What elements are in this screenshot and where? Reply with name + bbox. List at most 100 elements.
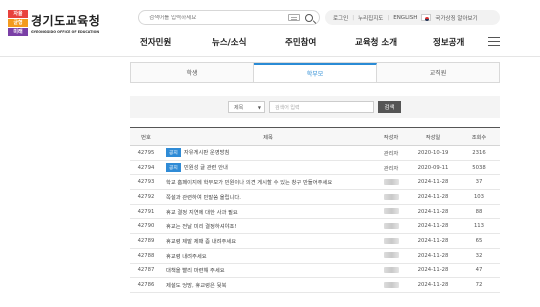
- col-views: 조회수: [458, 127, 500, 146]
- row-title[interactable]: 휴교는 전날 미리 결정하셔야죠!: [166, 224, 237, 230]
- row-author: [374, 233, 408, 249]
- table-row[interactable]: 42793 학교 홈페이지에 학부모가 민원이나 의견 게시할 수 있는 창구 만…: [130, 174, 500, 191]
- site-search: [138, 10, 320, 25]
- nav-item-complaints[interactable]: 전자민원: [140, 36, 171, 48]
- row-number: 42793: [130, 174, 162, 191]
- logo[interactable]: 자율 균형 미래 경기도교육청 GYEONGGIDO OFFICE OF EDU…: [8, 10, 100, 36]
- row-author: [374, 189, 408, 205]
- row-title-cell[interactable]: 쪽설과 관련하여 민말씀 올립니다.: [162, 189, 374, 205]
- redacted-author: [383, 252, 399, 259]
- row-date: 2020-10-19: [408, 145, 458, 161]
- row-title-cell[interactable]: 휴교령 내려주세요: [162, 248, 374, 264]
- row-title-cell[interactable]: 휴교 결정 지연에 대한 사과 필요: [162, 204, 374, 220]
- row-title[interactable]: 쪽설과 관련하여 민말씀 올립니다.: [166, 195, 241, 201]
- notice-badge: 공지: [166, 148, 181, 158]
- row-title-cell[interactable]: 공지 자유게시판 운영방침: [162, 145, 374, 161]
- nav-item-participation[interactable]: 주민참여: [285, 36, 316, 48]
- keyword-input[interactable]: 검색어 입력: [269, 101, 374, 113]
- table-header-row: 번호 제목 작성자 작성일 조회수: [130, 127, 500, 146]
- table-row[interactable]: 42787 대책을 빨리 마련해 주세요 2024-11-28 47: [130, 263, 500, 279]
- nav-item-disclosure[interactable]: 정보공개: [433, 36, 464, 48]
- table-row[interactable]: 42795 공지 자유게시판 운영방침 관리자 2020-10-19 2316: [130, 145, 500, 161]
- logo-mark: 자율 균형 미래: [8, 10, 28, 36]
- table-row[interactable]: 42791 휴교 결정 지연에 대한 사과 필요 2024-11-28 88: [130, 204, 500, 220]
- row-author: [374, 277, 408, 293]
- row-date: 2024-11-28: [408, 233, 458, 249]
- tab-student[interactable]: 학생: [131, 63, 254, 82]
- col-number: 번호: [130, 127, 162, 146]
- english-link[interactable]: ENGLISH: [393, 15, 417, 21]
- row-title-cell[interactable]: 휴교령 제발 제때 좀 내려주세요: [162, 233, 374, 249]
- search-field-select[interactable]: 제목 ▼: [228, 101, 265, 113]
- row-views: 37: [458, 174, 500, 191]
- keyboard-icon[interactable]: [288, 14, 300, 21]
- search-input[interactable]: [149, 14, 288, 21]
- row-date: 2024-11-28: [408, 204, 458, 220]
- table-row[interactable]: 42790 휴교는 전날 미리 결정하셔야죠! 2024-11-28 113: [130, 218, 500, 235]
- sitemap-link[interactable]: 누리집지도: [358, 14, 383, 22]
- search-icon[interactable]: [305, 13, 313, 22]
- row-number: 42794: [130, 160, 162, 176]
- row-date: 2024-11-28: [408, 263, 458, 279]
- row-title-cell[interactable]: 대책을 빨리 마련해 주세요: [162, 263, 374, 279]
- tab-parent[interactable]: 학부모: [254, 63, 377, 82]
- row-date: 2024-11-28: [408, 189, 458, 205]
- nav-item-news[interactable]: 뉴스/소식: [212, 36, 246, 48]
- notice-badge: 공지: [166, 163, 181, 173]
- row-title[interactable]: 휴교령 내려주세요: [166, 254, 207, 260]
- row-number: 42790: [130, 218, 162, 235]
- table-row[interactable]: 42794 공지 민원성 글 관련 안내 관리자 2020-09-11 5038: [130, 160, 500, 176]
- redacted-author: [383, 281, 399, 288]
- row-views: 32: [458, 248, 500, 264]
- row-title[interactable]: 휴교령 제발 제때 좀 내려주세요: [166, 239, 236, 245]
- table-row[interactable]: 42792 쪽설과 관련하여 민말씀 올립니다. 2024-11-28 103: [130, 189, 500, 205]
- utility-bar: 로그인 | 누리집지도 | ENGLISH 국가상징 알아보기: [325, 10, 500, 25]
- table-row[interactable]: 42789 휴교령 제발 제때 좀 내려주세요 2024-11-28 65: [130, 233, 500, 249]
- row-title[interactable]: 자유게시판 운영방침: [184, 150, 230, 156]
- table-row[interactable]: 42788 휴교령 내려주세요 2024-11-28 32: [130, 248, 500, 264]
- row-number: 42787: [130, 263, 162, 279]
- row-title-cell[interactable]: 공지 민원성 글 관련 안내: [162, 160, 374, 176]
- row-views: 2316: [458, 145, 500, 161]
- search-button[interactable]: 검색: [378, 101, 401, 113]
- row-number: 42788: [130, 248, 162, 264]
- col-date: 작성일: [408, 127, 458, 146]
- row-number: 42786: [130, 277, 162, 293]
- board-table: 번호 제목 작성자 작성일 조회수 42795 공지 자유게시판 운영방침 관리자 20…: [130, 127, 500, 293]
- row-date: 2024-11-28: [408, 174, 458, 191]
- row-number: 42795: [130, 145, 162, 161]
- row-title-cell[interactable]: 학교 홈페이지에 학부모가 민원이나 의견 게시할 수 있는 창구 만들어주세요: [162, 174, 374, 191]
- row-title[interactable]: 학교 홈페이지에 학부모가 민원이나 의견 게시할 수 있는 창구 만들어주세요: [166, 180, 332, 186]
- row-title-cell[interactable]: 제설도 엉망, 휴교령은 뒷북: [162, 277, 374, 293]
- nation-symbol-link[interactable]: 국가상징 알아보기: [435, 14, 477, 22]
- row-author: [374, 263, 408, 279]
- row-title[interactable]: 민원성 글 관련 안내: [184, 165, 228, 171]
- row-author: [374, 248, 408, 264]
- row-views: 113: [458, 218, 500, 235]
- menu-icon[interactable]: [488, 37, 500, 46]
- divider: |: [352, 14, 355, 21]
- logo-text: 경기도교육청 GYEONGGIDO OFFICE OF EDUCATION: [31, 12, 100, 34]
- row-author: [374, 218, 408, 235]
- board-tabs: 학생 학부모 교직원: [130, 62, 500, 83]
- row-author: 관리자: [374, 145, 408, 161]
- row-date: 2024-11-28: [408, 218, 458, 235]
- divider: |: [387, 14, 390, 21]
- row-title[interactable]: 대책을 빨리 마련해 주세요: [166, 268, 225, 274]
- row-title-cell[interactable]: 휴교는 전날 미리 결정하셔야죠!: [162, 218, 374, 235]
- table-row[interactable]: 42786 제설도 엉망, 휴교령은 뒷북 2024-11-28 72: [130, 277, 500, 293]
- login-link[interactable]: 로그인: [333, 14, 348, 22]
- col-title: 제목: [162, 127, 374, 146]
- row-title[interactable]: 제설도 엉망, 휴교령은 뒷북: [166, 283, 226, 289]
- nav-item-about[interactable]: 교육청 소개: [355, 36, 397, 48]
- korean-flag-icon: [421, 14, 432, 21]
- row-number: 42791: [130, 204, 162, 220]
- col-author: 작성자: [374, 127, 408, 146]
- logo-title: 경기도교육청: [31, 14, 101, 28]
- row-title[interactable]: 휴교 결정 지연에 대한 사과 필요: [166, 210, 238, 216]
- row-date: 2020-09-11: [408, 160, 458, 176]
- row-date: 2024-11-28: [408, 277, 458, 293]
- redacted-author: [383, 193, 399, 200]
- tab-staff[interactable]: 교직원: [377, 63, 499, 82]
- row-author: [374, 204, 408, 220]
